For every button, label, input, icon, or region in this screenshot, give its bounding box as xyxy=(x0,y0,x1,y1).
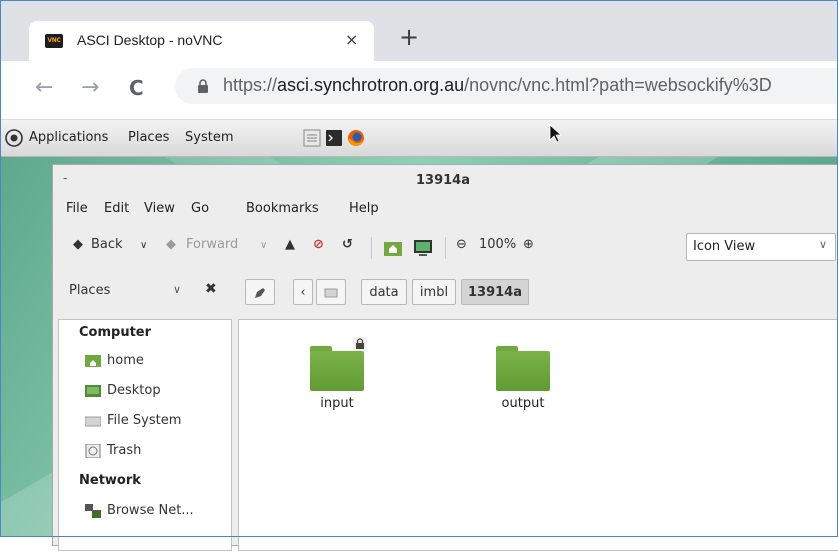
location-bar: Places ∨ ✖ ‹ data imbl 13914a xyxy=(53,275,838,311)
crumb-imbl[interactable]: imbl xyxy=(412,279,456,305)
tab-close-icon[interactable]: × xyxy=(345,30,358,49)
back-arrow-icon: ◆ xyxy=(73,237,83,252)
lock-emblem-icon xyxy=(353,337,367,351)
network-icon xyxy=(85,504,101,518)
tab-title: ASCI Desktop - noVNC xyxy=(77,32,223,48)
browser-tabstrip: VNC ASCI Desktop - noVNC × + xyxy=(1,1,837,62)
toolbar-separator xyxy=(371,237,372,259)
side-pane-selector[interactable]: Places xyxy=(69,283,110,298)
terminal-icon[interactable] xyxy=(325,129,343,147)
home-folder-icon[interactable] xyxy=(383,238,403,258)
zoom-level: 100% xyxy=(479,237,517,252)
menu-go[interactable]: Go xyxy=(191,201,209,216)
panel-menu-places[interactable]: Places xyxy=(128,130,169,145)
toolbar-separator xyxy=(445,237,446,259)
panel-menu-applications[interactable]: Applications xyxy=(29,130,108,145)
zoom-in-icon[interactable]: ⊕ xyxy=(523,237,534,252)
browser-tab[interactable]: VNC ASCI Desktop - noVNC × xyxy=(29,21,374,62)
view-mode-select[interactable]: Icon View ∨ xyxy=(686,233,836,261)
file-toolbar: ◆ Back ∨ ◆ Forward ∨ ▲ ⊘ ↺ ⊖ 100% ⊕ Icon… xyxy=(53,229,838,265)
back-history-chevron-icon[interactable]: ∨ xyxy=(140,240,147,251)
folder-icon xyxy=(310,351,364,391)
folder-input[interactable]: input xyxy=(285,337,375,420)
crumb-13914a[interactable]: 13914a xyxy=(461,279,529,305)
gnome-foot-icon[interactable] xyxy=(5,129,23,147)
menu-edit[interactable]: Edit xyxy=(104,201,129,216)
folder-label: output xyxy=(501,396,545,411)
toolbar-back-button[interactable]: Back xyxy=(91,237,123,252)
edit-location-button[interactable] xyxy=(245,279,275,305)
firefox-icon[interactable] xyxy=(347,129,365,147)
text-editor-icon[interactable] xyxy=(303,129,321,147)
lock-icon xyxy=(198,79,208,93)
close-side-pane-icon[interactable]: ✖ xyxy=(205,281,217,297)
url-text: https://asci.synchrotron.org.au/novnc/vn… xyxy=(223,75,772,95)
reload-icon[interactable]: ↺ xyxy=(342,237,353,252)
toolbar-forward-button[interactable]: Forward xyxy=(186,237,238,252)
computer-icon[interactable] xyxy=(413,238,433,258)
trash-icon xyxy=(85,444,101,458)
folder-output[interactable]: output xyxy=(471,340,561,420)
vnc-favicon-icon: VNC xyxy=(45,34,63,48)
menu-bookmarks[interactable]: Bookmarks xyxy=(246,201,319,216)
desktop-panel: Applications Places System xyxy=(1,120,837,157)
crumb-scroll-left-button[interactable]: ‹ xyxy=(293,279,313,305)
folder-label: input xyxy=(320,396,354,411)
menu-view[interactable]: View xyxy=(144,201,175,216)
folder-icon xyxy=(496,351,550,391)
home-folder-icon xyxy=(85,355,101,367)
crumb-root[interactable] xyxy=(316,279,346,305)
menu-help[interactable]: Help xyxy=(349,201,379,216)
menu-file[interactable]: File xyxy=(66,201,88,216)
places-sidebar: Computer home Desktop File System Trash … xyxy=(58,319,232,551)
new-tab-button[interactable]: + xyxy=(399,25,419,49)
sidebar-header-computer: Computer xyxy=(79,325,152,340)
file-icon-view: input output xyxy=(238,319,838,551)
chevron-down-icon: ∨ xyxy=(818,238,827,251)
reload-button[interactable]: C xyxy=(129,75,144,101)
sidebar-header-network: Network xyxy=(79,473,141,488)
forward-button[interactable]: → xyxy=(81,75,99,101)
view-mode-value: Icon View xyxy=(693,239,756,254)
up-arrow-icon[interactable]: ▲ xyxy=(285,237,295,252)
window-title: 13914a xyxy=(416,173,470,188)
side-pane-chevron-icon[interactable]: ∨ xyxy=(173,283,181,296)
file-manager-window: - 13914a File Edit View Go Bookmarks Hel… xyxy=(52,164,838,551)
mouse-cursor-icon xyxy=(549,124,563,143)
browser-toolbar: ← → C https://asci.synchrotron.org.au/no… xyxy=(1,61,838,120)
forward-arrow-icon: ◆ xyxy=(166,237,176,252)
stop-icon[interactable]: ⊘ xyxy=(313,237,324,252)
desktop-icon xyxy=(85,385,101,397)
zoom-out-icon[interactable]: ⊖ xyxy=(456,237,467,252)
crumb-data[interactable]: data xyxy=(361,279,407,305)
back-button[interactable]: ← xyxy=(35,75,53,101)
address-bar[interactable]: https://asci.synchrotron.org.au/novnc/vn… xyxy=(175,68,838,104)
pencil-icon xyxy=(255,288,265,298)
drive-icon xyxy=(324,288,338,298)
drive-icon xyxy=(85,416,101,427)
panel-menu-system[interactable]: System xyxy=(185,130,233,145)
forward-history-chevron-icon[interactable]: ∨ xyxy=(260,240,267,251)
